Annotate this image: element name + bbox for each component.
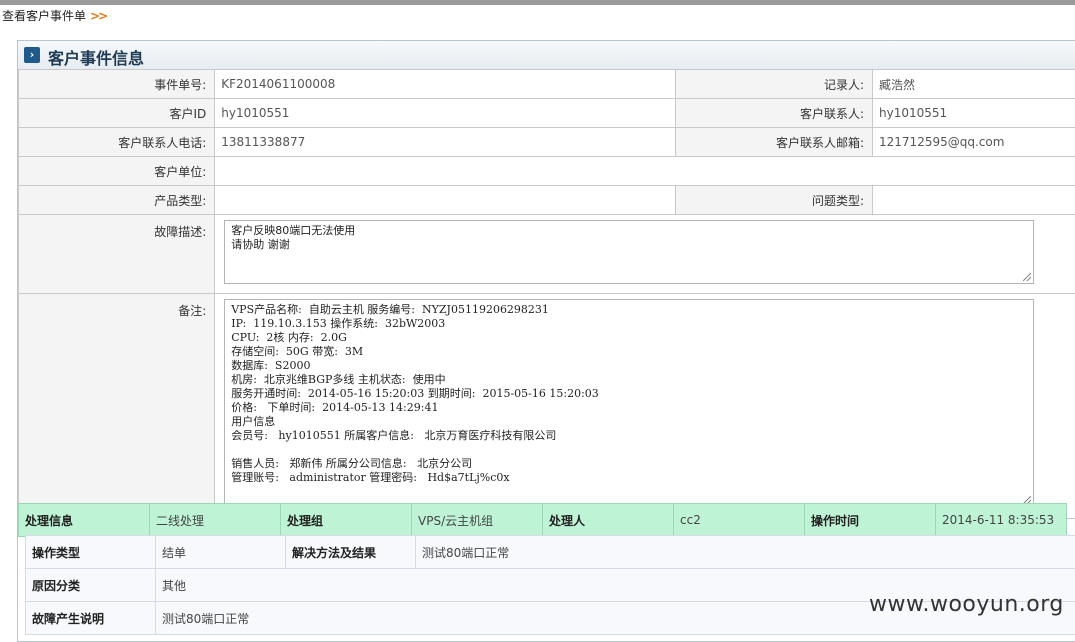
handler-header: 处理人 bbox=[543, 504, 674, 537]
process-detail-table: 操作类型 结单 解决方法及结果 测试80端口正常 原因分类 其他 故障产生说明 … bbox=[25, 535, 1075, 635]
handler-value: cc2 bbox=[674, 504, 805, 537]
recorder-label: 记录人: bbox=[676, 70, 873, 99]
customer-id-label: 客户ID bbox=[19, 99, 215, 128]
remark-text: VPS产品名称: 自助云主机 服务编号: NYZJ05119206298231 … bbox=[231, 303, 599, 484]
panel-title: 客户事件信息 bbox=[48, 45, 144, 69]
table-row: 客户ID hy1010551 客户联系人: hy1010551 bbox=[19, 99, 1075, 128]
phone-value: 13811338877 bbox=[215, 128, 676, 157]
contact-label: 客户联系人: bbox=[676, 99, 873, 128]
solution-value: 测试80端口正常 bbox=[416, 536, 1075, 569]
fault-explain-label: 故障产生说明 bbox=[26, 602, 156, 635]
event-no-label: 事件单号: bbox=[19, 70, 215, 99]
fault-description-textarea[interactable]: 客户反映80端口无法使用 请协助 谢谢 bbox=[224, 220, 1034, 284]
operation-time-value: 2014-6-11 8:35:53 bbox=[936, 504, 1067, 537]
product-type-label: 产品类型: bbox=[19, 186, 215, 215]
table-row: 客户联系人电话: 13811338877 客户联系人邮箱: 121712595@… bbox=[19, 128, 1075, 157]
watermark: www.wooyun.org bbox=[869, 592, 1064, 617]
unit-label: 客户单位: bbox=[19, 157, 215, 186]
cause-label: 原因分类 bbox=[26, 569, 156, 602]
event-info-table: 事件单号: KF2014061100008 记录人: 臧浩然 客户ID hy10… bbox=[18, 69, 1075, 519]
process-group-value: VPS/云主机组 bbox=[412, 504, 543, 537]
issue-type-value bbox=[873, 186, 1075, 215]
panel-header: › 客户事件信息 bbox=[18, 41, 1075, 70]
customer-id-value: hy1010551 bbox=[215, 99, 676, 128]
table-row: 处理信息 二线处理 处理组 VPS/云主机组 处理人 cc2 操作时间 2014… bbox=[19, 504, 1067, 537]
op-type-label: 操作类型 bbox=[26, 536, 156, 569]
table-row: 客户单位: bbox=[19, 157, 1075, 186]
contact-value: hy1010551 bbox=[873, 99, 1075, 128]
remark-label: 备注: bbox=[19, 294, 215, 519]
issue-type-label: 问题类型: bbox=[676, 186, 873, 215]
customer-event-panel: › 客户事件信息 事件单号: KF2014061100008 记录人: 臧浩然 … bbox=[17, 40, 1075, 642]
top-bar bbox=[0, 0, 1075, 5]
fault-cell: 客户反映80端口无法使用 请协助 谢谢 bbox=[215, 215, 1075, 294]
op-type-value: 结单 bbox=[156, 536, 286, 569]
event-no-value: KF2014061100008 bbox=[215, 70, 676, 99]
solution-label: 解决方法及结果 bbox=[286, 536, 416, 569]
email-label: 客户联系人邮箱: bbox=[676, 128, 873, 157]
phone-label: 客户联系人电话: bbox=[19, 128, 215, 157]
recorder-value: 臧浩然 bbox=[873, 70, 1075, 99]
fault-label: 故障描述: bbox=[19, 215, 215, 294]
chevron-right-icon: › bbox=[24, 47, 40, 63]
resize-grip-icon[interactable] bbox=[1023, 273, 1031, 281]
process-info-header: 处理信息 bbox=[19, 504, 150, 537]
email-value: 121712595@qq.com bbox=[873, 128, 1075, 157]
remark-textarea[interactable]: VPS产品名称: 自助云主机 服务编号: NYZJ05119206298231 … bbox=[224, 299, 1034, 507]
table-row: 备注: VPS产品名称: 自助云主机 服务编号: NYZJ05119206298… bbox=[19, 294, 1075, 519]
process-group-header: 处理组 bbox=[281, 504, 412, 537]
process-info-table: 处理信息 二线处理 处理组 VPS/云主机组 处理人 cc2 操作时间 2014… bbox=[18, 503, 1067, 537]
breadcrumb: 查看客户事件单 >> bbox=[2, 7, 106, 24]
process-info-value: 二线处理 bbox=[150, 504, 281, 537]
unit-value bbox=[215, 157, 1075, 186]
operation-time-header: 操作时间 bbox=[805, 504, 936, 537]
table-row: 故障描述: 客户反映80端口无法使用 请协助 谢谢 bbox=[19, 215, 1075, 294]
remark-cell: VPS产品名称: 自助云主机 服务编号: NYZJ05119206298231 … bbox=[215, 294, 1075, 519]
double-chevron-icon: >> bbox=[90, 9, 106, 23]
breadcrumb-label[interactable]: 查看客户事件单 bbox=[2, 9, 86, 23]
product-type-value bbox=[215, 186, 676, 215]
table-row: 产品类型: 问题类型: bbox=[19, 186, 1075, 215]
table-row: 操作类型 结单 解决方法及结果 测试80端口正常 bbox=[26, 536, 1075, 569]
table-row: 事件单号: KF2014061100008 记录人: 臧浩然 bbox=[19, 70, 1075, 99]
fault-description-text: 客户反映80端口无法使用 请协助 谢谢 bbox=[231, 224, 355, 251]
